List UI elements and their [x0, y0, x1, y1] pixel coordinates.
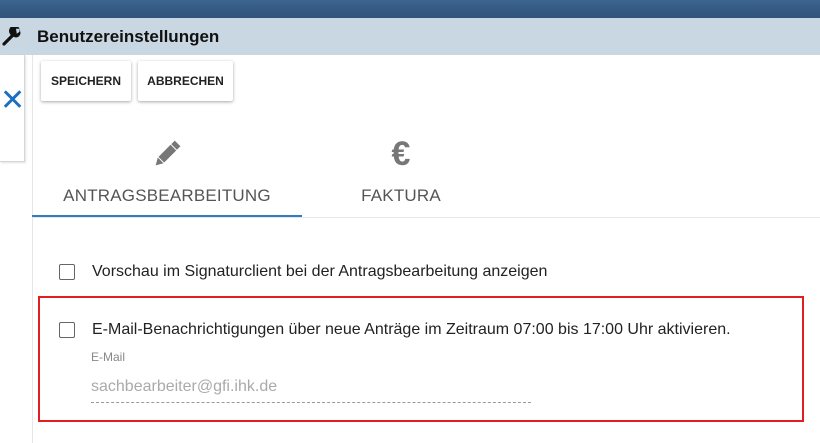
- email-notification-label[interactable]: E-Mail-Benachrichtigungen über neue Antr…: [92, 321, 731, 339]
- top-app-bar: [0, 0, 820, 18]
- preview-checkbox[interactable]: [59, 264, 75, 280]
- content-divider: [32, 55, 33, 443]
- wrench-icon: [2, 25, 22, 47]
- pencil-icon: [147, 134, 187, 174]
- email-field[interactable]: [91, 372, 531, 403]
- preview-checkbox-label[interactable]: Vorschau im Signaturclient bei der Antra…: [92, 263, 547, 281]
- tabs-divider: [32, 217, 820, 218]
- tab-label: FAKTURA: [361, 186, 441, 205]
- email-notification-highlight: [38, 296, 804, 422]
- cancel-button[interactable]: ABBRECHEN: [138, 61, 233, 101]
- save-button[interactable]: SPEICHERN: [41, 61, 131, 101]
- tab-faktura[interactable]: € FAKTURA: [302, 130, 500, 218]
- tab-antragsbearbeitung[interactable]: ANTRAGSBEARBEITUNG: [32, 130, 302, 218]
- close-icon[interactable]: ✕: [0, 86, 25, 116]
- tab-label: ANTRAGSBEARBEITUNG: [63, 186, 271, 205]
- euro-icon: €: [391, 135, 411, 173]
- page-title: Benutzereinstellungen: [37, 27, 220, 46]
- email-field-label: E-Mail: [91, 350, 126, 364]
- email-notification-checkbox[interactable]: [59, 322, 75, 338]
